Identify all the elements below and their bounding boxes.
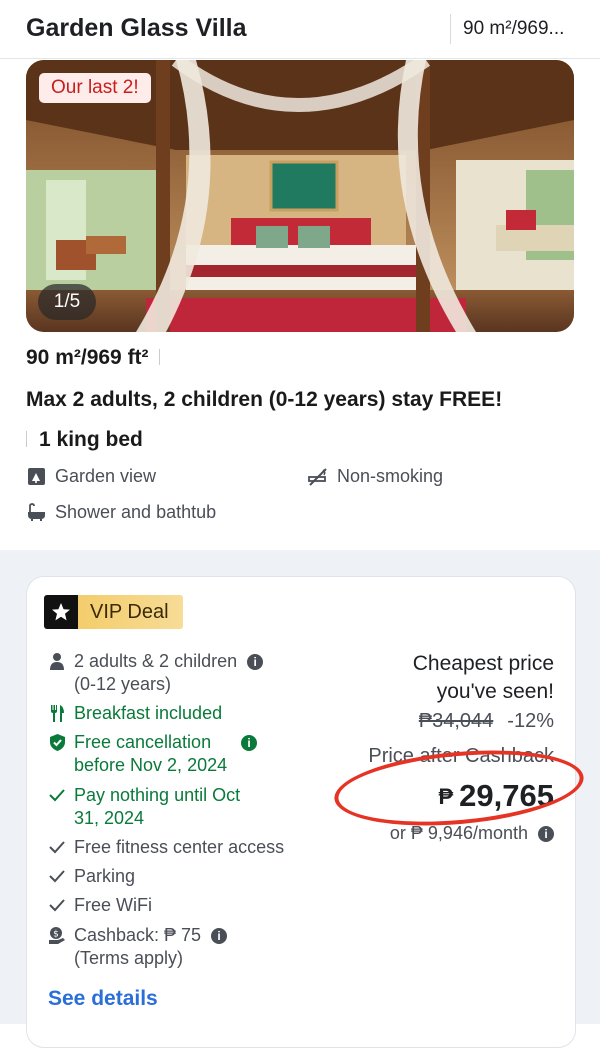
no-smoking-icon: [308, 468, 327, 486]
star-icon: [44, 595, 78, 629]
info-icon[interactable]: i: [538, 826, 554, 842]
feature-cancellation-line2: before Nov 2, 2024: [74, 755, 228, 775]
shield-check-icon: [46, 731, 68, 777]
feature-pay-later: Pay nothing until Oct 31, 2024: [46, 784, 240, 830]
monthly-price: or ₱ 9,946/month i: [390, 823, 554, 844]
feature-pay-line2: 31, 2024: [74, 808, 145, 828]
check-icon: [46, 784, 68, 830]
person-icon: [46, 650, 68, 696]
feature-breakfast-label: Breakfast included: [74, 703, 223, 723]
see-details-link[interactable]: See details: [48, 987, 158, 1011]
feature-guests-line1: 2 adults & 2 children: [74, 651, 238, 671]
check-icon: [46, 894, 68, 917]
info-icon[interactable]: i: [241, 735, 258, 751]
vip-deal-badge: VIP Deal: [44, 595, 183, 629]
photo-counter: 1/5: [38, 284, 96, 320]
feature-parking: Parking: [46, 865, 135, 888]
feature-cancellation-line1: Free cancellation: [74, 732, 212, 752]
discount-percent: -12%: [507, 710, 554, 732]
amenity-smoking: Non-smoking: [307, 466, 443, 487]
scarcity-badge: Our last 2!: [39, 73, 151, 103]
info-icon[interactable]: i: [211, 928, 228, 944]
cheapest-line2: you've seen!: [436, 680, 554, 703]
amenity-view-label: Garden view: [55, 466, 157, 486]
feature-cashback-line2: (Terms apply): [74, 948, 184, 968]
check-icon: [46, 865, 68, 888]
feature-guests: 2 adults & 2 children i (0-12 years): [46, 650, 264, 696]
bathtub-icon: [28, 503, 45, 521]
svg-text:$: $: [53, 930, 59, 940]
bed-text: 1 king bed: [39, 428, 143, 451]
divider: [158, 349, 160, 365]
feature-cashback: $ Cashback: ₱ 75 i (Terms apply): [46, 924, 228, 970]
amenity-view: Garden view: [26, 466, 156, 487]
vip-deal-label: VIP Deal: [78, 595, 183, 629]
original-price: ₱34,044: [418, 710, 494, 732]
monthly-price-text: or ₱ 9,946/month: [389, 823, 528, 843]
feature-fitness: Free fitness center access: [46, 836, 284, 859]
original-price-row: ₱34,044 -12%: [419, 710, 554, 733]
feature-guests-line2: (0-12 years): [74, 674, 172, 694]
room-header: Garden Glass Villa 90 m²/969...: [0, 0, 600, 59]
amenity-smoking-label: Non-smoking: [337, 466, 444, 486]
feature-breakfast: Breakfast included: [46, 702, 222, 725]
header-room-size: 90 m²/969...: [463, 18, 565, 39]
feature-fitness-label: Free fitness center access: [74, 837, 285, 857]
cashback-icon: $: [46, 924, 68, 970]
amenity-bath-label: Shower and bathtub: [55, 502, 217, 522]
utensils-icon: [46, 702, 68, 725]
feature-pay-line1: Pay nothing until Oct: [74, 785, 241, 805]
occupancy-text: Max 2 adults, 2 children (0-12 years) st…: [26, 388, 503, 411]
info-icon[interactable]: i: [247, 654, 264, 670]
cheapest-line1: Cheapest price: [412, 652, 554, 675]
garden-view-icon: [28, 468, 45, 485]
feature-wifi-label: Free WiFi: [74, 895, 152, 915]
room-size: 90 m²/969 ft²: [26, 346, 160, 370]
feature-wifi: Free WiFi: [46, 894, 152, 917]
amenity-bath: Shower and bathtub: [26, 502, 216, 523]
feature-parking-label: Parking: [74, 866, 136, 886]
feature-cancellation: Free cancellation i before Nov 2, 2024: [46, 731, 258, 777]
room-size-text: 90 m²/969 ft²: [26, 346, 149, 369]
check-icon: [46, 836, 68, 859]
divider: [26, 431, 27, 447]
bed-info: 1 king bed: [26, 428, 143, 452]
feature-cashback-line1: Cashback: ₱ 75: [74, 925, 202, 945]
cheapest-price-note: Cheapest price you've seen!: [413, 650, 554, 706]
header-divider: [450, 14, 451, 44]
room-title: Garden Glass Villa: [26, 14, 247, 42]
